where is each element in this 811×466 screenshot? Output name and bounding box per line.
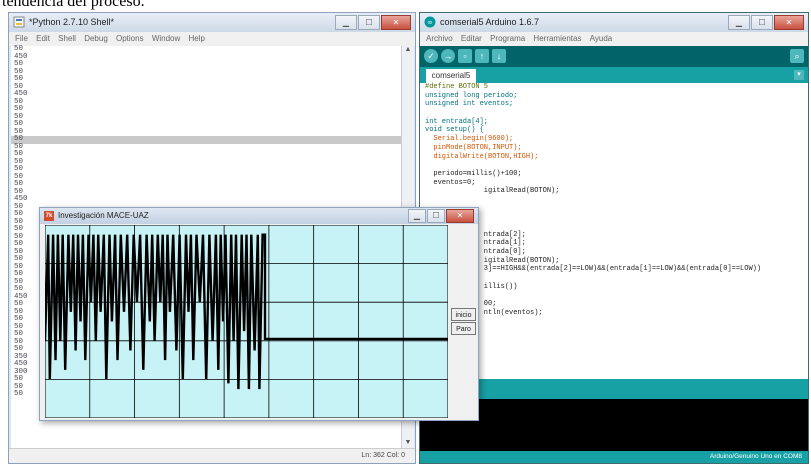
- shell-output-line: 50: [14, 142, 24, 151]
- arduino-window-title: comserial5 Arduino 1.6.7: [440, 17, 540, 27]
- close-button[interactable]: ✕: [446, 209, 474, 223]
- shell-output-line: 50: [11, 135, 401, 144]
- tk-icon: 7k: [44, 211, 54, 221]
- maximize-button[interactable]: ☐: [751, 15, 773, 30]
- code-line: Serial.begin(9600);: [425, 135, 514, 144]
- menu-archivo[interactable]: Archivo: [426, 34, 453, 43]
- shell-output-line: 50: [14, 82, 24, 91]
- python-title-bar[interactable]: *Python 2.7.10 Shell* ▁ ☐ ✕: [9, 13, 415, 32]
- shell-output-line: 50: [14, 112, 24, 121]
- shell-output-line: 50: [14, 127, 24, 136]
- cursor-position: Ln: 362 Col: 0: [361, 452, 405, 459]
- shell-output-line: 450: [14, 195, 28, 203]
- plot-window-title: Investigación MACE-UAZ: [58, 211, 149, 220]
- inicio-button[interactable]: inicio: [451, 308, 476, 321]
- shell-output-line: 50: [14, 97, 24, 106]
- code-line: periodo=millis()+100;: [425, 169, 522, 178]
- shell-output-line: 450: [14, 90, 28, 98]
- code-line: unsigned long periodo;: [425, 91, 518, 100]
- tab-menu-icon[interactable]: ▾: [794, 70, 804, 80]
- shell-output-line: 50: [14, 75, 24, 83]
- menu-herramientas[interactable]: Herramientas: [533, 34, 581, 43]
- open-icon[interactable]: ↑: [475, 49, 489, 63]
- shell-output-line: 50: [14, 67, 24, 76]
- scroll-up-arrow-icon[interactable]: ▲: [402, 46, 414, 56]
- shell-output-line: 50: [14, 165, 24, 173]
- board-port-status: Arduino/Genuino Uno en COM8: [709, 453, 802, 460]
- code-line: eventos=0;: [425, 178, 476, 187]
- code-line: igitalRead(BOTON);: [425, 187, 560, 196]
- plot-window: 7k Investigación MACE-UAZ ▁ ☐ ✕ inicio P…: [39, 207, 479, 421]
- python-icon: [13, 16, 25, 28]
- signal-plot-canvas: [45, 225, 448, 418]
- shell-output-line: 50: [14, 120, 24, 128]
- document-caption: tendencia del proceso.: [2, 0, 145, 10]
- shell-output-line: 50: [14, 60, 24, 68]
- python-status-bar: Ln: 362 Col: 0: [9, 448, 415, 463]
- new-file-icon[interactable]: ▫: [458, 49, 472, 63]
- save-icon[interactable]: ↓: [492, 49, 506, 63]
- maximize-button[interactable]: ☐: [427, 209, 445, 223]
- menu-ayuda[interactable]: Ayuda: [590, 34, 613, 43]
- code-line: void setup() {: [425, 126, 484, 135]
- arduino-icon: ∞: [424, 16, 436, 28]
- shell-output-line: 50: [14, 180, 24, 188]
- minimize-button[interactable]: ▁: [408, 209, 426, 223]
- menu-edit[interactable]: Edit: [36, 34, 50, 43]
- close-button[interactable]: ✕: [774, 15, 804, 30]
- shell-output-line: 50: [14, 187, 24, 196]
- minimize-button[interactable]: ▁: [335, 15, 357, 30]
- close-button[interactable]: ✕: [381, 15, 411, 30]
- shell-output-line: 50: [14, 150, 24, 158]
- verify-icon[interactable]: ✓: [424, 49, 438, 63]
- plot-title-bar[interactable]: 7k Investigación MACE-UAZ ▁ ☐ ✕: [40, 208, 478, 224]
- svg-text:∞: ∞: [427, 19, 433, 27]
- arduino-status-bar: Arduino/Genuino Uno en COM8: [420, 451, 808, 463]
- arduino-title-bar[interactable]: ∞ comserial5 Arduino 1.6.7 ▁ ☐ ✕: [420, 13, 808, 32]
- arduino-toolbar: ✓ → ▫ ↑ ↓ ⌕: [420, 46, 808, 67]
- code-line: unsigned int eventos;: [425, 100, 514, 109]
- code-line: int entrada[4];: [425, 117, 489, 126]
- menu-editar[interactable]: Editar: [461, 34, 482, 43]
- tab-comserial5[interactable]: comserial5: [426, 69, 476, 83]
- python-menu-bar: File Edit Shell Debug Options Window Hel…: [9, 32, 415, 46]
- code-line: digitalWrite(BOTON,HIGH);: [425, 152, 539, 161]
- menu-debug[interactable]: Debug: [84, 34, 108, 43]
- python-window-title: *Python 2.7.10 Shell*: [29, 17, 115, 27]
- shell-output-line: 50: [14, 157, 24, 166]
- shell-output-line: 50: [14, 45, 24, 53]
- menu-help[interactable]: Help: [189, 34, 205, 43]
- shell-output-line: 50: [14, 105, 24, 113]
- code-line: pinMode(BOTON,INPUT);: [425, 143, 522, 152]
- menu-file[interactable]: File: [15, 34, 28, 43]
- serial-monitor-icon[interactable]: ⌕: [790, 49, 804, 63]
- menu-window[interactable]: Window: [152, 34, 180, 43]
- menu-programa[interactable]: Programa: [490, 34, 525, 43]
- shell-output-line: 450: [14, 52, 28, 61]
- arduino-menu-bar: Archivo Editar Programa Herramientas Ayu…: [420, 32, 808, 46]
- menu-shell[interactable]: Shell: [58, 34, 76, 43]
- paro-button[interactable]: Paro: [451, 322, 476, 335]
- upload-icon[interactable]: →: [441, 49, 455, 63]
- arduino-tab-row: comserial5 ▾: [420, 67, 808, 83]
- code-line: #define BOTON 5: [425, 83, 489, 91]
- shell-output-line: 50: [14, 172, 24, 181]
- maximize-button[interactable]: ☐: [358, 15, 380, 30]
- minimize-button[interactable]: ▁: [728, 15, 750, 30]
- menu-options[interactable]: Options: [116, 34, 144, 43]
